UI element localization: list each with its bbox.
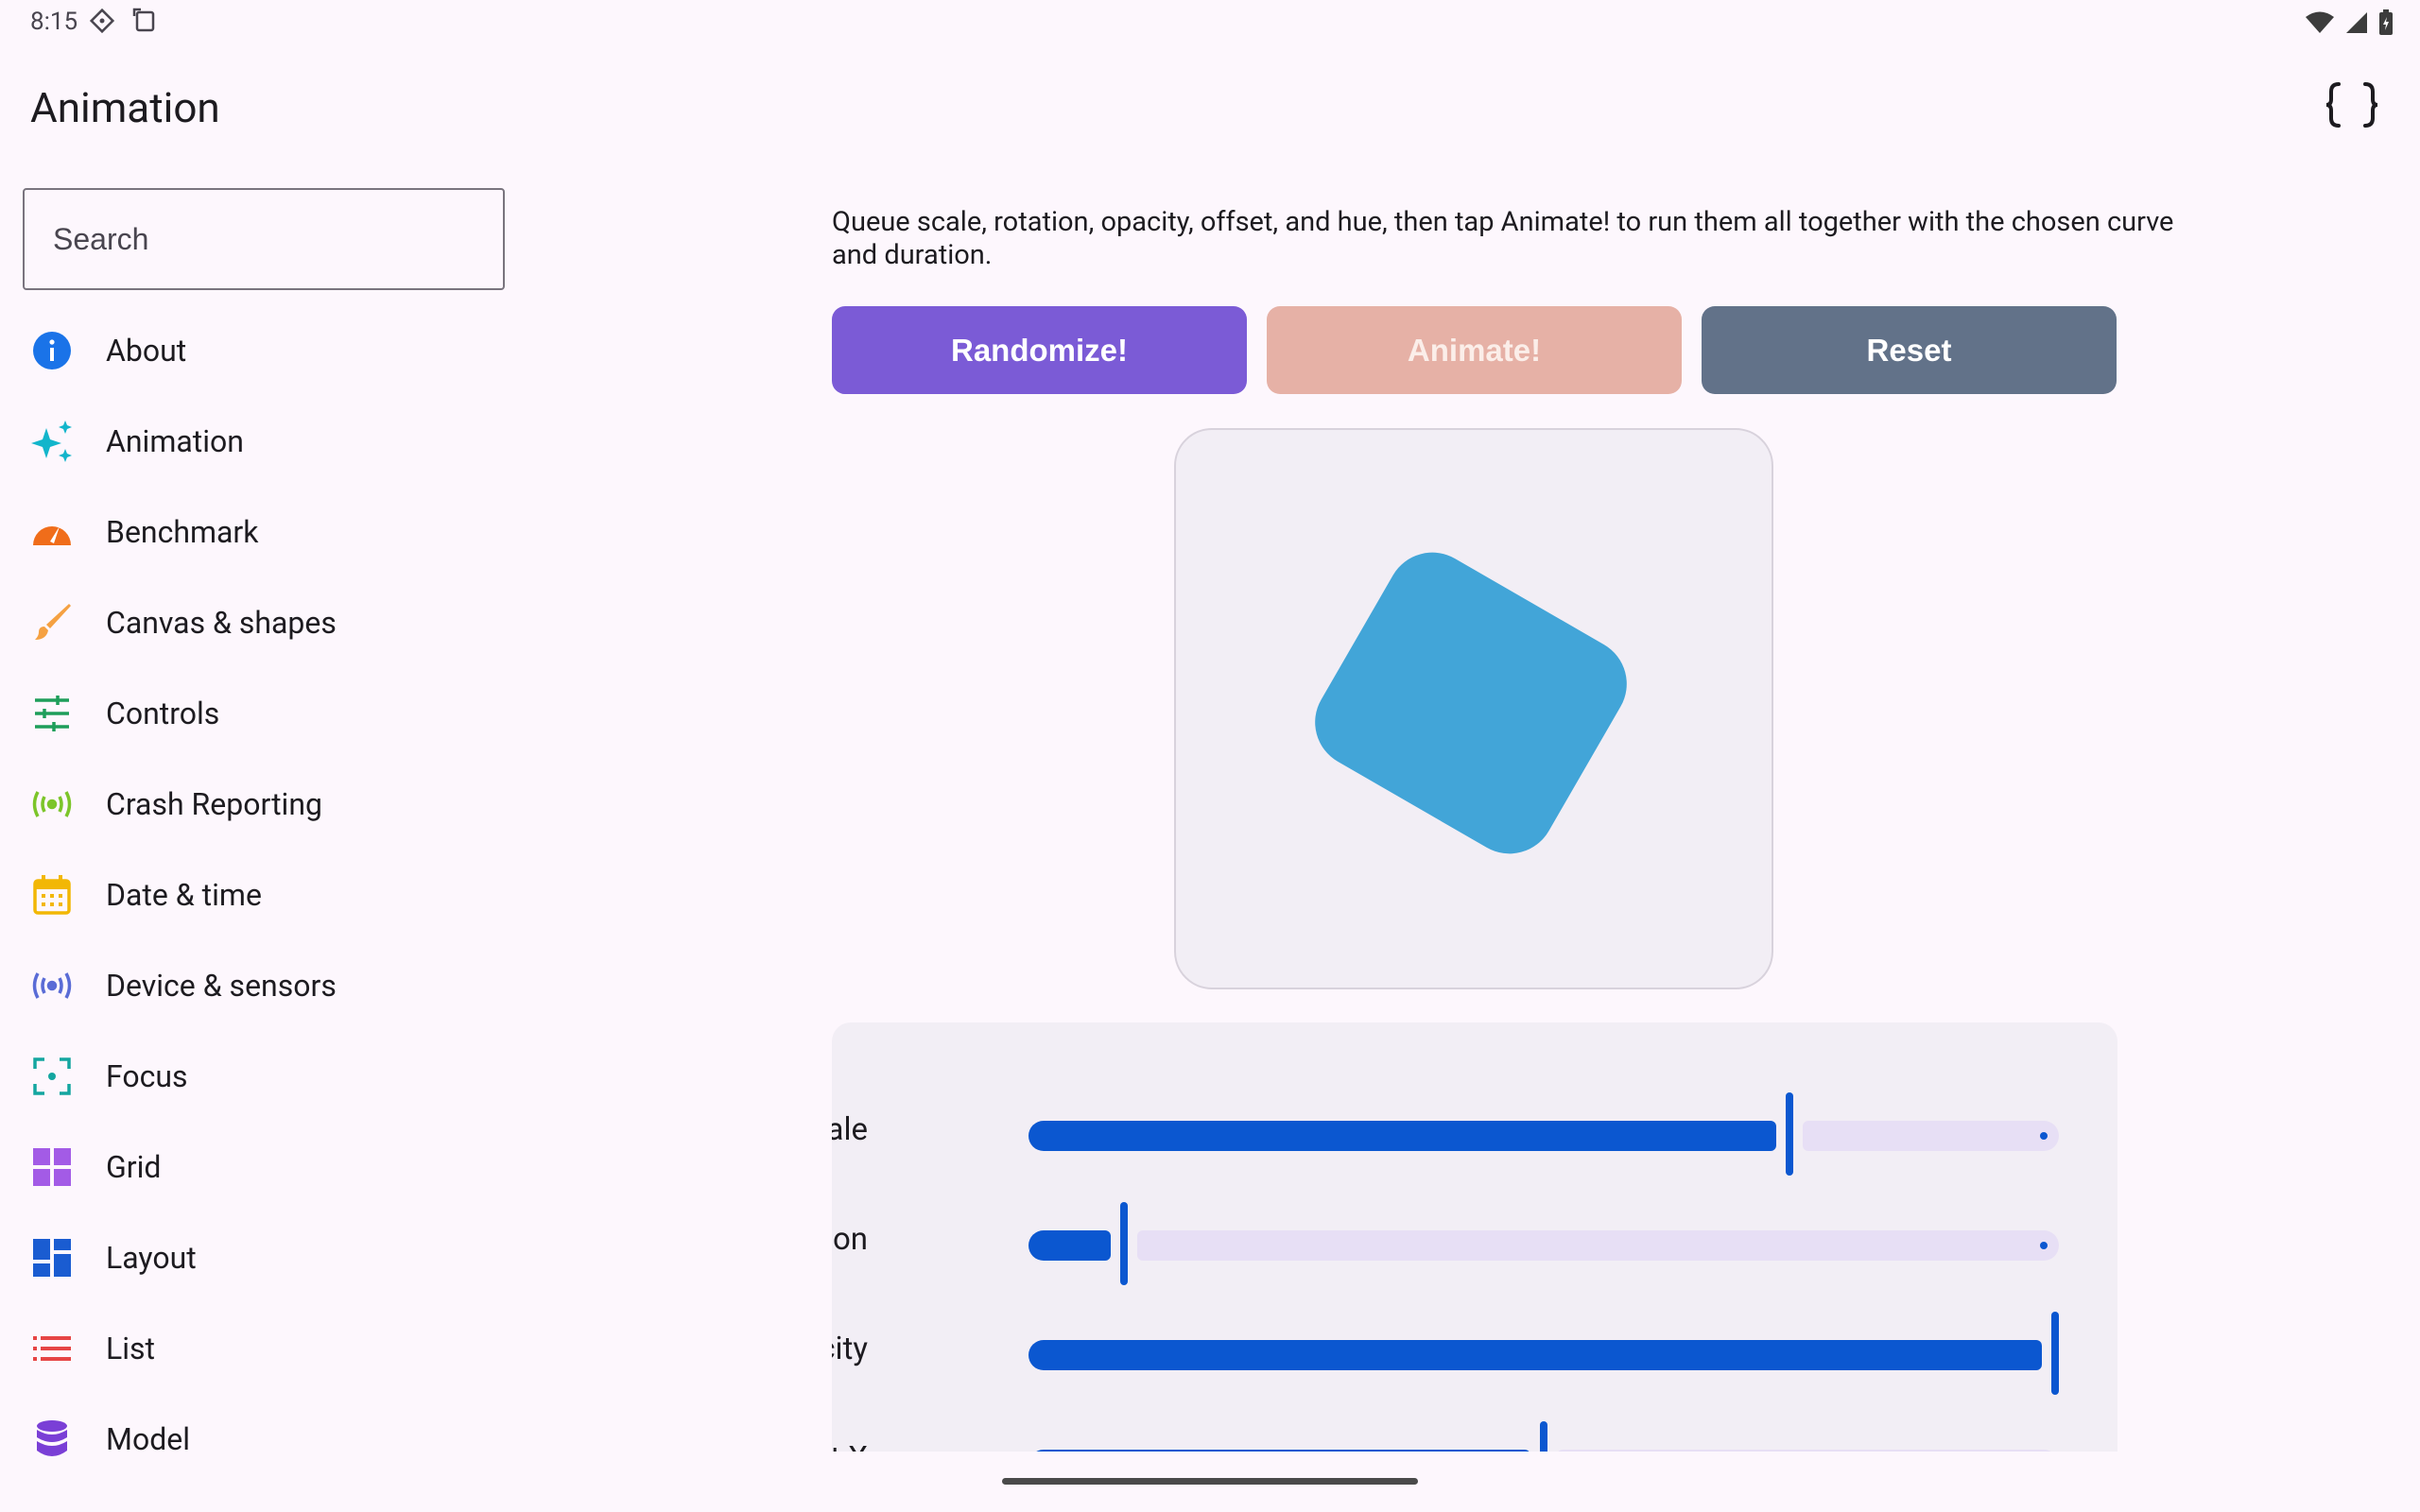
battery-icon bbox=[2378, 9, 2394, 40]
sparkle-icon bbox=[30, 420, 74, 463]
animate-button[interactable]: Animate! bbox=[1267, 306, 1682, 394]
sliders-panel: Scale Rotation Opacity Offset X bbox=[832, 1022, 2118, 1452]
code-braces-icon bbox=[2324, 80, 2380, 133]
sidebar-item-crash-reporting[interactable]: Crash Reporting bbox=[0, 759, 529, 850]
rotation-label: Rotation bbox=[832, 1221, 868, 1258]
sidebar-item-label: Date & time bbox=[106, 877, 262, 913]
sidebar-item-label: Controls bbox=[106, 696, 220, 731]
sidebar-item-label: Model bbox=[106, 1421, 190, 1457]
slider-inactive-track bbox=[1137, 1230, 2059, 1261]
calendar-icon bbox=[30, 873, 74, 917]
sidebar-item-label: Focus bbox=[106, 1058, 188, 1094]
sidebar-item-label: Device & sensors bbox=[106, 968, 337, 1004]
opacity-slider[interactable] bbox=[1028, 1312, 2059, 1395]
slider-active-track bbox=[1028, 1230, 1111, 1261]
sidebar-item-label: Benchmark bbox=[106, 514, 259, 550]
info-icon bbox=[30, 329, 74, 372]
slider-inactive-track bbox=[1803, 1121, 2059, 1151]
list-icon bbox=[30, 1327, 74, 1370]
scale-slider[interactable] bbox=[1028, 1092, 2059, 1176]
sidebar-item-label: Crash Reporting bbox=[106, 786, 322, 822]
brush-icon bbox=[30, 601, 74, 644]
sidebar-item-model[interactable]: Model bbox=[0, 1394, 529, 1485]
speedometer-icon bbox=[30, 510, 74, 554]
wifi-icon bbox=[2305, 10, 2335, 39]
code-view-button[interactable] bbox=[2316, 76, 2388, 138]
description-text: Queue scale, rotation, opacity, offset, … bbox=[832, 206, 2174, 271]
offset-x-label: Offset X bbox=[832, 1440, 868, 1452]
signal-icon bbox=[2344, 10, 2369, 39]
sidebar-item-label: Animation bbox=[106, 423, 244, 459]
opacity-row: Opacity bbox=[832, 1312, 2118, 1395]
sidebar-item-about[interactable]: About bbox=[0, 305, 529, 396]
screenshot-icon bbox=[132, 8, 157, 38]
sidebar-item-device-sensors[interactable]: Device & sensors bbox=[0, 940, 529, 1031]
randomize-button[interactable]: Randomize! bbox=[832, 306, 1247, 394]
offset-x-slider[interactable] bbox=[1028, 1421, 2059, 1452]
opacity-label: Opacity bbox=[832, 1331, 868, 1367]
reset-button[interactable]: Reset bbox=[1702, 306, 2117, 394]
slider-inactive-track bbox=[1557, 1450, 2059, 1452]
sidebar-item-label: About bbox=[106, 333, 187, 369]
status-time: 8:15 bbox=[30, 8, 78, 36]
sidebar-item-label: Grid bbox=[106, 1149, 162, 1185]
slider-thumb[interactable] bbox=[1540, 1421, 1547, 1452]
status-bar: 8:15 bbox=[0, 0, 2420, 45]
sidebar-nav: About Animation Benchmark Canvas & shape… bbox=[0, 305, 529, 1485]
slider-active-track bbox=[1028, 1340, 2042, 1370]
sidebar-item-date-time[interactable]: Date & time bbox=[0, 850, 529, 940]
offset-x-row: Offset X bbox=[832, 1421, 2118, 1452]
broadcast-icon bbox=[30, 782, 74, 826]
sidebar-item-animation[interactable]: Animation bbox=[0, 396, 529, 487]
focus-icon bbox=[30, 1055, 74, 1098]
grid-icon bbox=[30, 1145, 74, 1189]
rotation-slider[interactable] bbox=[1028, 1202, 2059, 1285]
sidebar-item-label: List bbox=[106, 1331, 155, 1366]
sidebar-item-benchmark[interactable]: Benchmark bbox=[0, 487, 529, 577]
gesture-nav-handle[interactable] bbox=[1002, 1478, 1418, 1485]
scale-label: Scale bbox=[832, 1111, 868, 1148]
slider-thumb[interactable] bbox=[1786, 1092, 1793, 1176]
assistant-diamond-icon bbox=[89, 8, 115, 38]
sidebar-item-label: Canvas & shapes bbox=[106, 605, 337, 641]
sensors-icon bbox=[30, 964, 74, 1007]
sidebar-item-label: Layout bbox=[106, 1240, 197, 1276]
search-field[interactable] bbox=[23, 188, 505, 290]
sidebar-item-controls[interactable]: Controls bbox=[0, 668, 529, 759]
database-icon bbox=[30, 1418, 74, 1461]
sidebar-item-canvas-shapes[interactable]: Canvas & shapes bbox=[0, 577, 529, 668]
sidebar-item-focus[interactable]: Focus bbox=[0, 1031, 529, 1122]
sidebar-item-layout[interactable]: Layout bbox=[0, 1212, 529, 1303]
sidebar-item-grid[interactable]: Grid bbox=[0, 1122, 529, 1212]
slider-active-track bbox=[1028, 1121, 1776, 1151]
scale-row: Scale bbox=[832, 1092, 2118, 1176]
page-title: Animation bbox=[30, 83, 220, 132]
slider-stop-indicator bbox=[2040, 1242, 2048, 1249]
tune-icon bbox=[30, 692, 74, 735]
slider-stop-indicator bbox=[2040, 1132, 2048, 1140]
slider-thumb[interactable] bbox=[2051, 1312, 2059, 1395]
layout-icon bbox=[30, 1236, 74, 1280]
slider-thumb[interactable] bbox=[1120, 1202, 1128, 1285]
search-input[interactable] bbox=[25, 190, 503, 288]
slider-active-track bbox=[1028, 1450, 1530, 1452]
rotation-row: Rotation bbox=[832, 1202, 2118, 1285]
sidebar-item-list[interactable]: List bbox=[0, 1303, 529, 1394]
